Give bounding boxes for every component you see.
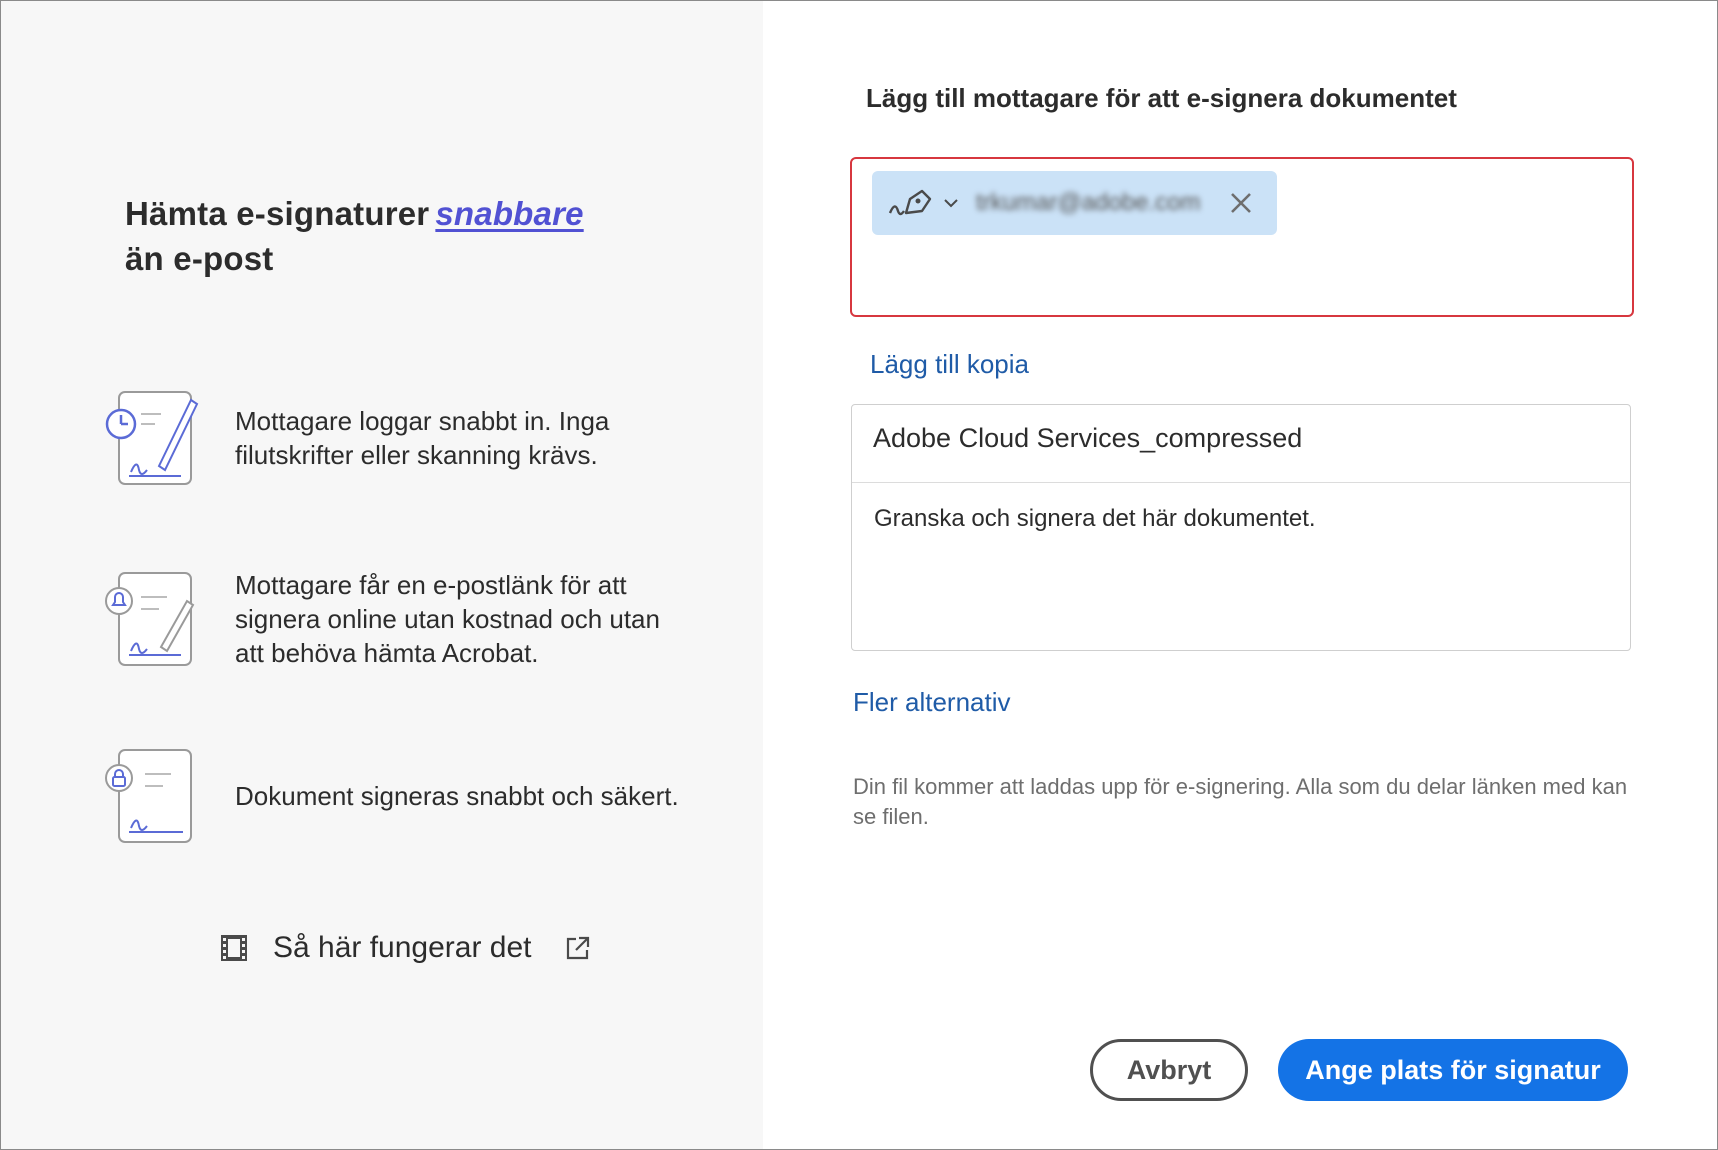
how-it-works-label[interactable]: Så här fungerar det xyxy=(273,931,532,965)
film-icon xyxy=(221,935,247,961)
share-for-signature-dialog: Hämta e-signaturer snabbare än e-post Mot… xyxy=(0,0,1718,1150)
headline-emphasis: snabbare xyxy=(435,195,584,232)
lock-signature-document-icon xyxy=(105,749,192,843)
upload-note: Din fil kommer att laddas upp för e-sign… xyxy=(853,774,1628,829)
feature-item: Mottagare får en e-postlänk för att sign… xyxy=(101,567,695,671)
feature-text: Mottagare får en e-postlänk för att sign… xyxy=(235,570,660,668)
feature-item: Dokument signeras snabbt och säkert. xyxy=(101,744,695,848)
cancel-button[interactable]: Avbryt xyxy=(1090,1039,1248,1101)
close-icon[interactable] xyxy=(1228,190,1254,216)
specify-signature-location-button[interactable]: Ange plats för signatur xyxy=(1278,1039,1628,1101)
add-cc-link[interactable]: Lägg till kopia xyxy=(870,349,1029,380)
feature-item: Mottagare loggar snabbt in. Inga filutsk… xyxy=(101,386,695,490)
clock-pen-document-icon xyxy=(105,391,199,485)
headline-text: Hämta e-signaturer xyxy=(125,195,430,232)
external-link-icon[interactable] xyxy=(564,934,592,962)
recipient-email: trkumar@adobe.com xyxy=(976,189,1201,216)
recipient-input[interactable]: trkumar@adobe.com xyxy=(850,157,1634,317)
feature-text: Dokument signeras snabbt och säkert. xyxy=(235,781,679,811)
more-options-link[interactable]: Fler alternativ xyxy=(853,687,1011,718)
document-details: Adobe Cloud Services_compressed Granska … xyxy=(851,404,1631,651)
how-it-works-link[interactable]: Så här fungerar det xyxy=(219,931,592,965)
signer-pen-icon[interactable] xyxy=(886,183,936,223)
info-panel: Hämta e-signaturer snabbare än e-post Mot… xyxy=(1,1,763,1149)
recipients-panel: Lägg till mottagare för att e-signera do… xyxy=(763,1,1717,1149)
recipient-chip[interactable]: trkumar@adobe.com xyxy=(872,171,1277,235)
panel-title: Lägg till mottagare för att e-signera do… xyxy=(866,83,1457,113)
headline-text-2: än e-post xyxy=(125,240,274,277)
bell-pen-document-icon xyxy=(105,572,195,666)
message-field[interactable]: Granska och signera det här dokumentet. xyxy=(874,505,1316,533)
feature-text: Mottagare loggar snabbt in. Inga filutsk… xyxy=(235,406,610,470)
panel-headline: Hämta e-signaturer snabbare än e-post xyxy=(125,191,584,281)
document-name-field[interactable]: Adobe Cloud Services_compressed xyxy=(852,405,1630,483)
chevron-down-icon[interactable] xyxy=(942,194,960,212)
